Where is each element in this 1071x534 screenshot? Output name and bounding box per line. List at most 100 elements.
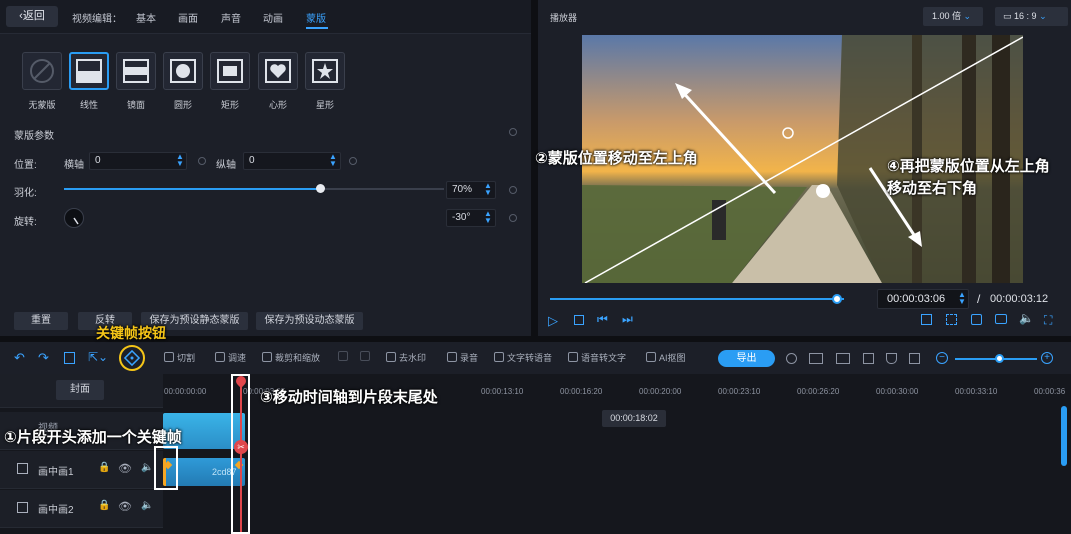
stt-icon — [568, 352, 578, 362]
mask-heart-button[interactable] — [258, 52, 298, 90]
shield-icon[interactable] — [886, 353, 897, 364]
audio-icon[interactable]: 🔈 — [141, 500, 153, 511]
pip-icon — [17, 502, 28, 513]
export-button[interactable]: 导出 — [718, 350, 775, 367]
save-dynamic-preset-button[interactable]: 保存为预设动态蒙版 — [256, 312, 363, 330]
tool-tts-label: 文字转语音 — [507, 353, 553, 363]
mask-rect-label: 矩形 — [220, 100, 239, 110]
rect-mask-icon — [217, 59, 243, 83]
tool-cut-label: 切割 — [177, 353, 196, 363]
h-axis-input[interactable]: 0 — [89, 152, 187, 170]
fullscreen-preview-icon[interactable] — [921, 314, 932, 325]
rotate-dial[interactable] — [64, 208, 84, 228]
h-axis-label: 横轴 — [64, 160, 84, 171]
mask-none-button[interactable] — [22, 52, 62, 90]
tab-mask[interactable]: 蒙版 — [306, 10, 326, 25]
tool-record[interactable]: 录音 — [447, 351, 478, 364]
feather-stepper[interactable]: ▲ ▼ — [483, 182, 493, 197]
mask-star-label: 星形 — [315, 100, 334, 110]
mask-linear-button[interactable] — [69, 52, 109, 90]
lock-icon[interactable]: 🔒 — [98, 462, 110, 473]
prev-frame-icon[interactable]: ⏮ — [597, 312, 608, 327]
lock-icon[interactable]: 🔒 — [98, 500, 110, 511]
tool-crop-zoom-label: 裁剪和缩放 — [275, 353, 321, 363]
mask-params-title: 蒙版参数 — [14, 131, 54, 142]
snapshot-icon[interactable] — [995, 314, 1007, 324]
snap-icon[interactable] — [786, 353, 797, 364]
annotation-step2: ②蒙版位置移动至左上角 — [535, 149, 698, 167]
annotation-step4-line2: 移动至右下角 — [887, 179, 978, 197]
mask-mirror-button[interactable] — [116, 52, 156, 90]
mask-star-button[interactable] — [305, 52, 345, 90]
stop-icon[interactable] — [574, 315, 584, 325]
zoom-out-icon[interactable]: − — [936, 352, 948, 364]
h-keyframe-dot[interactable] — [198, 157, 206, 165]
disabled-icon — [360, 351, 370, 361]
current-time-input[interactable]: 00:00:03:06 — [877, 289, 969, 309]
player-progress-handle[interactable] — [832, 294, 842, 304]
tab-picture[interactable]: 画面 — [178, 10, 198, 25]
tool-tts[interactable]: 文字转语音 — [494, 351, 552, 364]
reset-button[interactable]: 重置 — [14, 312, 68, 330]
tool-stt[interactable]: 语音转文字 — [568, 351, 626, 364]
h-axis-stepper[interactable]: ▲ ▼ — [175, 153, 185, 168]
rotate-keyframe-dot[interactable] — [509, 214, 517, 222]
ruler-tick: 00:00:36 — [1034, 387, 1066, 396]
cover-button[interactable]: 封面 — [56, 380, 104, 400]
pointer-icon[interactable]: ⇱⌄ — [88, 350, 108, 364]
volume-icon[interactable]: 🔈 — [1019, 311, 1034, 325]
eye-icon[interactable]: 👁 — [118, 500, 132, 513]
ruler-tick: 00:00:13:10 — [481, 387, 524, 396]
ratio-select[interactable]: ▭ 16 : 9 ⌄ — [995, 7, 1068, 26]
ai-matting-icon — [646, 352, 656, 362]
marker-icon[interactable] — [909, 353, 920, 364]
keyframe-button[interactable] — [119, 345, 145, 371]
split-icon[interactable] — [836, 353, 850, 364]
fit-icon[interactable] — [809, 353, 823, 364]
feather-slider-handle[interactable] — [315, 184, 325, 193]
tool-dewatermark[interactable]: 去水印 — [386, 351, 426, 364]
v-axis-input[interactable]: 0 — [243, 152, 341, 170]
person-silhouette — [712, 200, 726, 240]
audio-icon[interactable]: 🔈 — [141, 462, 153, 473]
crop-icon[interactable] — [946, 314, 957, 325]
time-stepper[interactable]: ▲ ▼ — [957, 291, 967, 306]
ratio-value: 16 : 9 — [1014, 11, 1037, 21]
v-axis-stepper[interactable]: ▲ ▼ — [328, 153, 338, 168]
keyframe-dot[interactable] — [509, 128, 517, 136]
tool-speed[interactable]: 调速 — [215, 351, 246, 364]
section-label: 视频编辑： — [72, 14, 122, 25]
tool-crop-zoom[interactable]: 裁剪和缩放 — [262, 351, 320, 364]
play-icon[interactable]: ▷ — [548, 313, 558, 329]
timeline-scrollbar[interactable] — [1061, 406, 1067, 466]
tab-sound[interactable]: 声音 — [221, 10, 241, 25]
keyframe-icon — [123, 349, 141, 367]
tool-stt-label: 语音转文字 — [581, 353, 627, 363]
tool-cut[interactable]: 切割 — [164, 351, 195, 364]
expand-icon[interactable]: ⛶ — [1044, 313, 1052, 328]
rotate-stepper[interactable]: ▲ ▼ — [483, 210, 493, 225]
mask-circle-button[interactable] — [163, 52, 203, 90]
zoom-slider-handle[interactable] — [995, 354, 1004, 363]
annotation-box-playhead — [231, 374, 250, 534]
mask-heart-label: 心形 — [268, 100, 287, 110]
next-frame-icon[interactable]: ⏭ — [622, 312, 633, 327]
eye-icon[interactable]: 👁 — [118, 462, 132, 475]
redo-icon[interactable]: ↷ — [38, 350, 49, 366]
tool-ai-matting[interactable]: AI抠图 — [646, 351, 686, 364]
zoom-in-icon[interactable]: + — [1041, 352, 1053, 364]
mask-rect-button[interactable] — [210, 52, 250, 90]
delete-icon[interactable] — [64, 352, 75, 364]
link-icon[interactable] — [863, 353, 874, 364]
subtitle-icon[interactable] — [971, 314, 982, 325]
tab-animation[interactable]: 动画 — [263, 10, 283, 25]
tool-disabled-1 — [338, 351, 351, 362]
undo-icon[interactable]: ↶ — [14, 350, 25, 366]
v-keyframe-dot[interactable] — [349, 157, 357, 165]
mask-none-label: 无蒙版 — [28, 100, 56, 110]
speed-select[interactable]: 1.00 倍 ⌄ — [923, 7, 983, 26]
feather-handle-icon[interactable] — [816, 184, 830, 198]
feather-keyframe-dot[interactable] — [509, 186, 517, 194]
back-button[interactable]: ‹返回 — [6, 6, 58, 27]
tab-basic[interactable]: 基本 — [136, 10, 156, 25]
